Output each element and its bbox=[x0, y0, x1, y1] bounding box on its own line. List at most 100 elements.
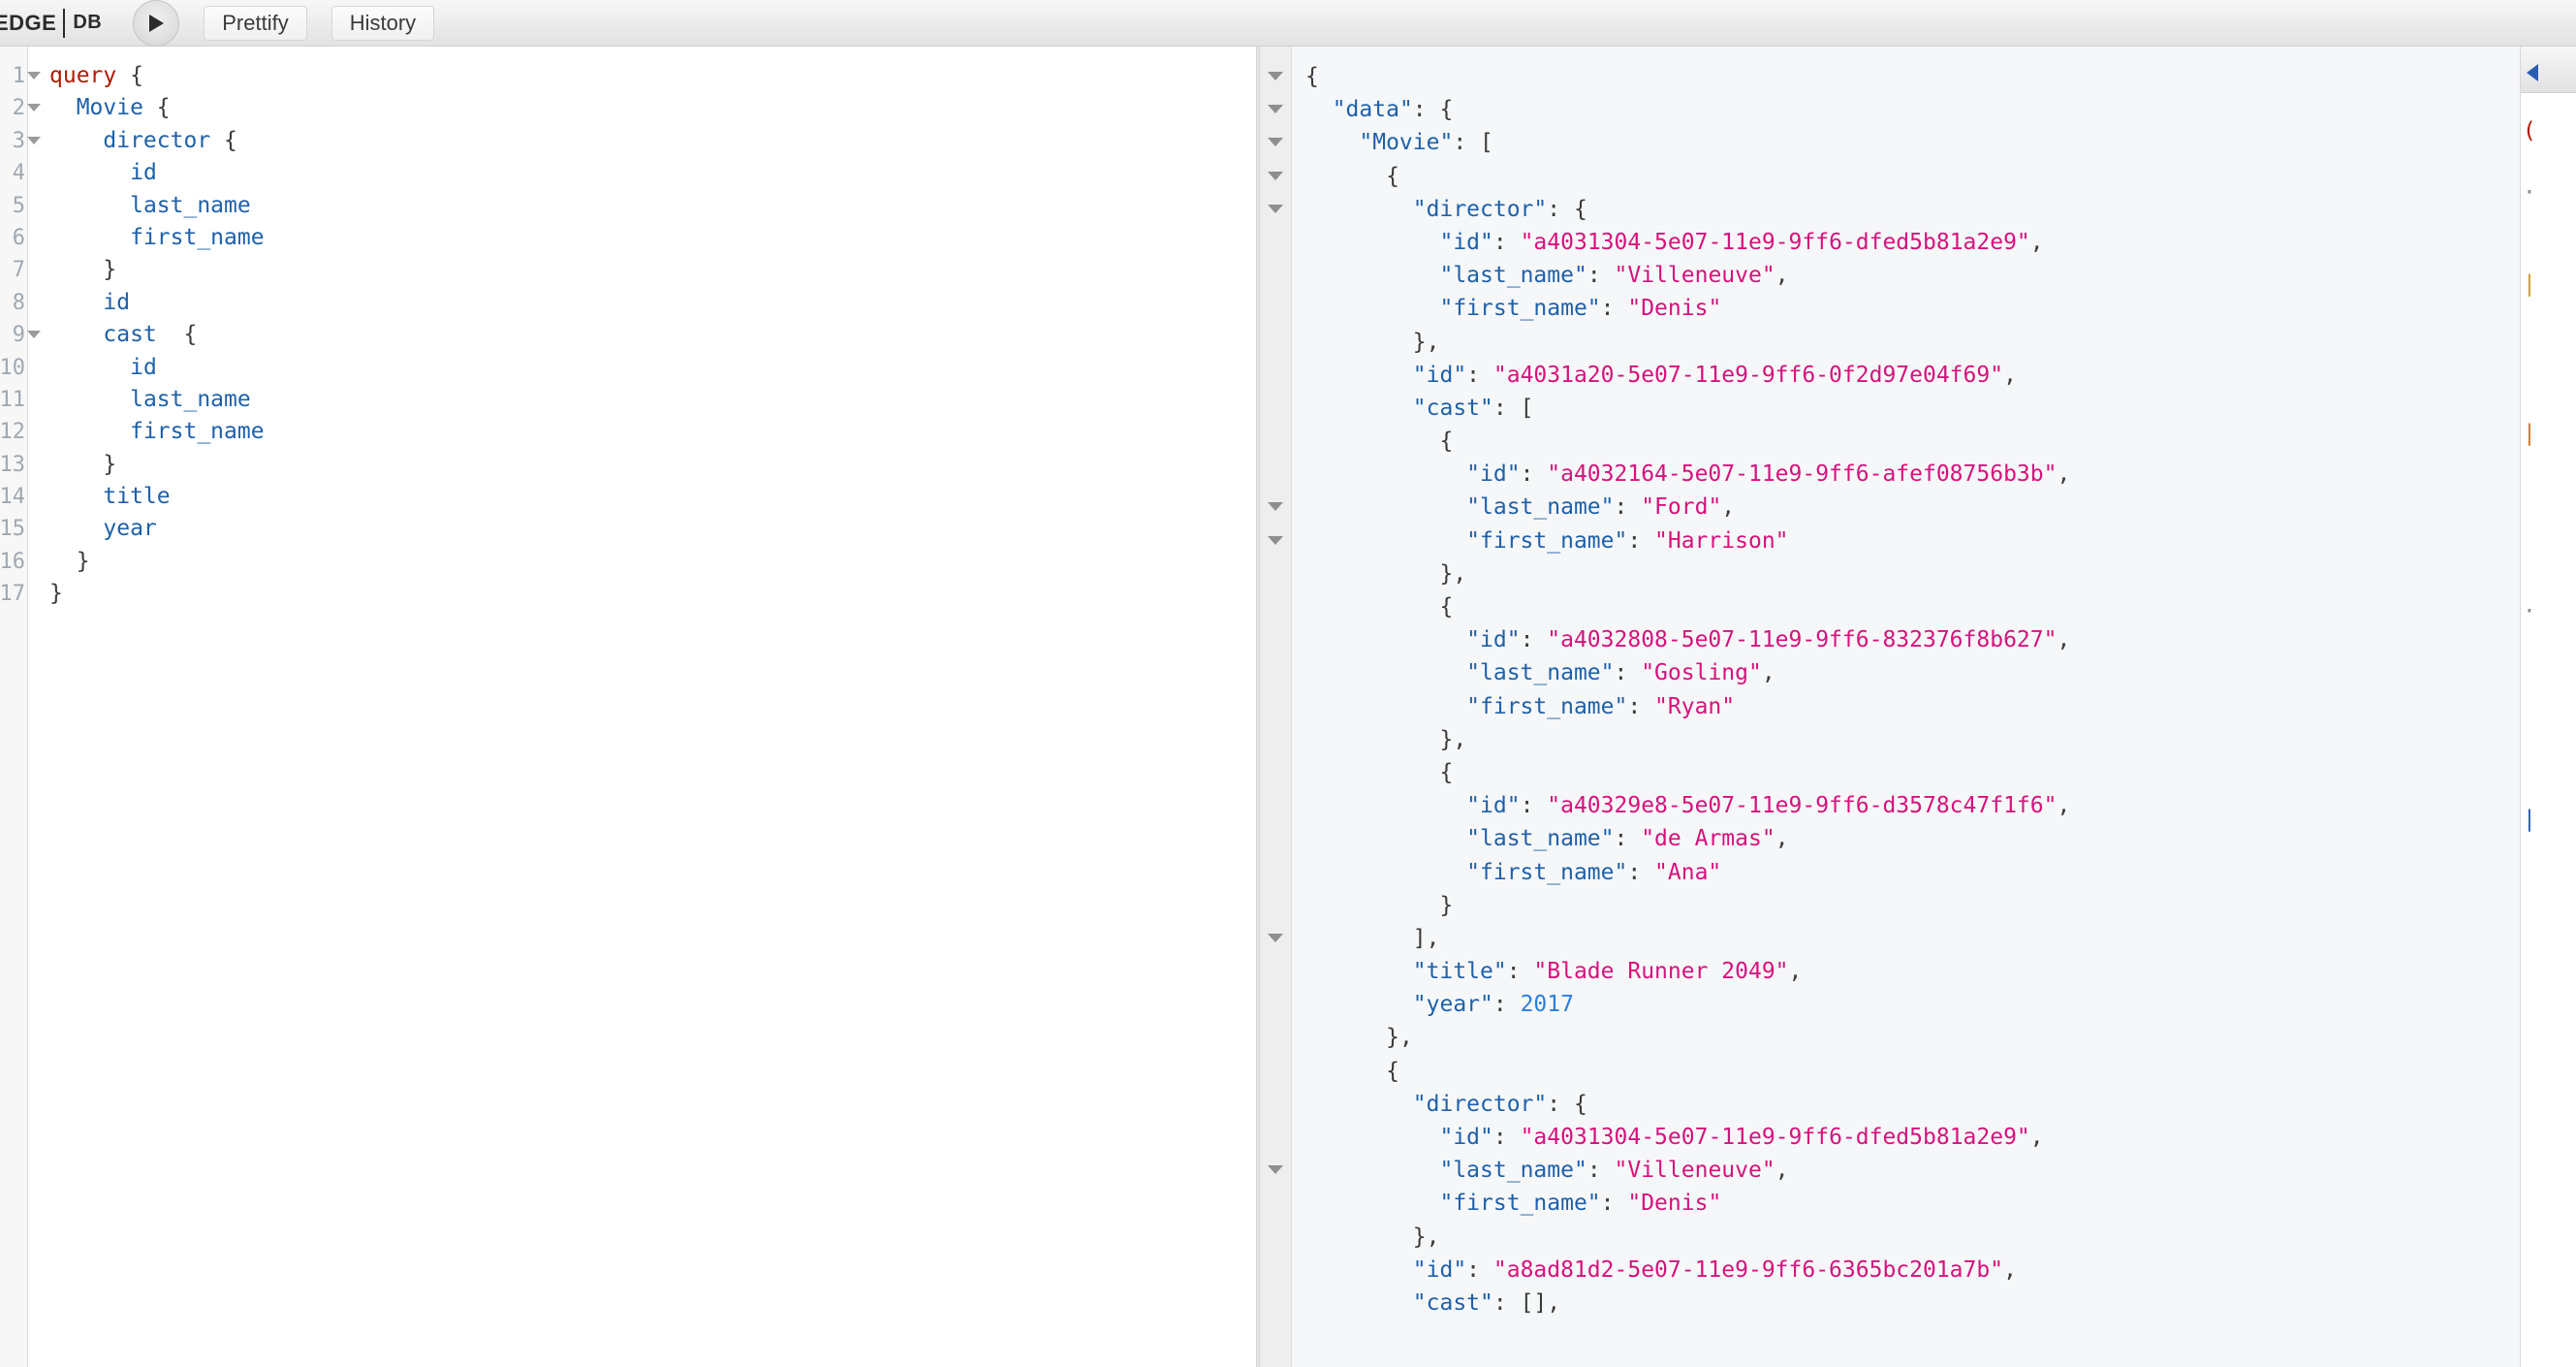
result-json-line: }, bbox=[1386, 1025, 1413, 1051]
result-gutter-line bbox=[1260, 1021, 1291, 1054]
query-code-line: director { bbox=[103, 127, 237, 153]
query-line-number: 7 bbox=[12, 258, 25, 283]
result-json-line: "director": { bbox=[1412, 196, 1587, 222]
result-json-line: "id": "a4031304-5e07-11e9-9ff6-dfed5b81a… bbox=[1439, 229, 2044, 255]
result-json-line: }, bbox=[1412, 329, 1440, 355]
result-json-line: "last_name": "Ford", bbox=[1466, 494, 1736, 521]
query-code-line: cast { bbox=[103, 322, 198, 348]
result-json-line: "cast": [ bbox=[1412, 395, 1534, 421]
result-gutter-line bbox=[1260, 1055, 1291, 1088]
query-line-number: 3 bbox=[0, 125, 41, 157]
result-json-line: "first_name": "Harrison" bbox=[1466, 527, 1789, 554]
fold-triangle-icon[interactable] bbox=[1268, 72, 1283, 80]
result-gutter-line bbox=[1260, 326, 1291, 359]
result-gutter-line bbox=[1260, 623, 1291, 656]
query-line-number: 10 bbox=[0, 355, 25, 380]
query-code-line: last_name bbox=[130, 192, 251, 218]
query-line-number: 8 bbox=[12, 290, 25, 315]
query-code-line: first_name bbox=[130, 224, 265, 250]
result-json-line: { bbox=[1386, 163, 1399, 189]
execute-button-wrap bbox=[133, 0, 180, 47]
result-code-area: { "data": { "Movie": [ { "director": { "… bbox=[1292, 47, 2520, 1367]
result-json-line: }, bbox=[1439, 726, 1467, 752]
query-code-line: id bbox=[130, 160, 157, 186]
docs-sidebar-header bbox=[2521, 47, 2576, 93]
result-json-line: "Movie": [ bbox=[1359, 130, 1493, 156]
fold-triangle-icon[interactable] bbox=[1268, 204, 1283, 213]
result-gutter-line bbox=[1260, 789, 1291, 822]
query-line-number: 16 bbox=[0, 549, 25, 574]
graphiql-app: EDGE DB Prettify History 1 2 3 4 5 6 7 8 9 10 11 12… bbox=[0, 0, 2576, 1367]
result-gutter-line bbox=[1260, 557, 1291, 590]
history-button[interactable]: History bbox=[330, 5, 435, 41]
result-json-line: "id": "a40329e8-5e07-11e9-9ff6-d3578c47f… bbox=[1466, 793, 2071, 819]
result-json-line: { bbox=[1439, 759, 1454, 785]
query-line-number: 5 bbox=[12, 193, 25, 218]
docs-text-fragment: | bbox=[2523, 807, 2536, 832]
result-gutter-line bbox=[1260, 126, 1291, 159]
query-line-number: 17 bbox=[0, 582, 25, 607]
docs-sidebar-body: (· | | · | bbox=[2521, 93, 2576, 836]
query-line-number: 14 bbox=[0, 485, 25, 510]
query-code-line: } bbox=[49, 581, 63, 607]
execute-query-button[interactable] bbox=[133, 0, 180, 47]
result-gutter-line bbox=[1260, 756, 1291, 789]
result-json-line: { bbox=[1305, 64, 1319, 89]
docs-text-fragment: ( bbox=[2523, 118, 2536, 143]
result-gutter-line bbox=[1260, 656, 1291, 689]
result-gutter-line bbox=[1260, 922, 1291, 955]
result-json-line: "first_name": "Denis" bbox=[1439, 1191, 1722, 1217]
result-json-line: "last_name": "Villeneuve", bbox=[1439, 1158, 1789, 1184]
query-code-line: id bbox=[103, 289, 131, 315]
result-gutter-line bbox=[1260, 1154, 1291, 1187]
fold-triangle-icon[interactable] bbox=[1268, 502, 1283, 512]
result-gutter-line bbox=[1260, 491, 1291, 524]
query-code-area[interactable]: query { Movie { director { id last_name … bbox=[28, 47, 1256, 1367]
result-gutter-line bbox=[1260, 292, 1291, 325]
result-json-line: "last_name": "Villeneuve", bbox=[1439, 263, 1789, 289]
fold-triangle-icon[interactable] bbox=[1268, 535, 1283, 545]
query-line-number: 6 bbox=[12, 225, 25, 250]
logo-edge-text: EDGE bbox=[0, 10, 57, 35]
fold-triangle-icon[interactable] bbox=[1268, 171, 1283, 180]
fold-triangle-icon[interactable] bbox=[1268, 933, 1283, 942]
result-gutter-line bbox=[1260, 525, 1291, 557]
query-code-line: title bbox=[103, 484, 171, 510]
fold-triangle-icon[interactable] bbox=[1268, 1165, 1283, 1175]
result-gutter-line bbox=[1260, 226, 1291, 259]
docs-text-fragment: · bbox=[2523, 599, 2536, 624]
query-line-number: 4 bbox=[12, 161, 25, 186]
result-gutter-line bbox=[1260, 193, 1291, 226]
toolbar: EDGE DB Prettify History bbox=[0, 0, 2576, 47]
result-gutter-line bbox=[1260, 690, 1291, 723]
result-json-line: "first_name": "Denis" bbox=[1439, 296, 1722, 322]
result-json-line: }, bbox=[1439, 560, 1467, 587]
fold-triangle-icon[interactable] bbox=[1268, 138, 1283, 147]
docs-text-fragment: | bbox=[2523, 271, 2536, 297]
docs-sidebar[interactable]: (· | | · | bbox=[2520, 47, 2576, 1367]
result-json-line: "last_name": "Gosling", bbox=[1466, 660, 1775, 686]
result-json-line: "id": "a4031a20-5e07-11e9-9ff6-0f2d97e04… bbox=[1412, 362, 2017, 388]
query-editor-pane[interactable]: 1 2 3 4 5 6 7 8 9 10 11 12 13 14 15 16 17 query { Movie … bbox=[0, 47, 1256, 1367]
query-line-number: 13 bbox=[0, 452, 25, 477]
chevron-left-icon[interactable] bbox=[2527, 64, 2538, 81]
result-gutter-line bbox=[1260, 889, 1291, 922]
prettify-button[interactable]: Prettify bbox=[204, 5, 307, 41]
result-gutter-line bbox=[1260, 1088, 1291, 1121]
result-viewer-pane[interactable]: { "data": { "Movie": [ { "director": { "… bbox=[1260, 47, 2520, 1367]
panes-container: 1 2 3 4 5 6 7 8 9 10 11 12 13 14 15 16 17 query { Movie … bbox=[0, 47, 2576, 1367]
result-fold-gutter[interactable] bbox=[1260, 47, 1292, 1367]
query-code-line: } bbox=[76, 548, 90, 574]
result-gutter-line bbox=[1260, 93, 1291, 126]
docs-text-fragment: | bbox=[2523, 421, 2536, 446]
query-code-line: year bbox=[103, 516, 157, 542]
result-gutter-line bbox=[1260, 590, 1291, 623]
result-json-line: "data": { bbox=[1332, 97, 1454, 123]
result-json-line: "year": 2017 bbox=[1412, 992, 1574, 1018]
result-gutter-line bbox=[1260, 60, 1291, 93]
query-code-line: Movie { bbox=[76, 95, 171, 121]
query-code-line: } bbox=[103, 257, 117, 283]
fold-triangle-icon[interactable] bbox=[1268, 105, 1283, 114]
result-json-line: "id": "a4032164-5e07-11e9-9ff6-afef08756… bbox=[1466, 461, 2071, 488]
result-gutter-line bbox=[1260, 723, 1291, 756]
